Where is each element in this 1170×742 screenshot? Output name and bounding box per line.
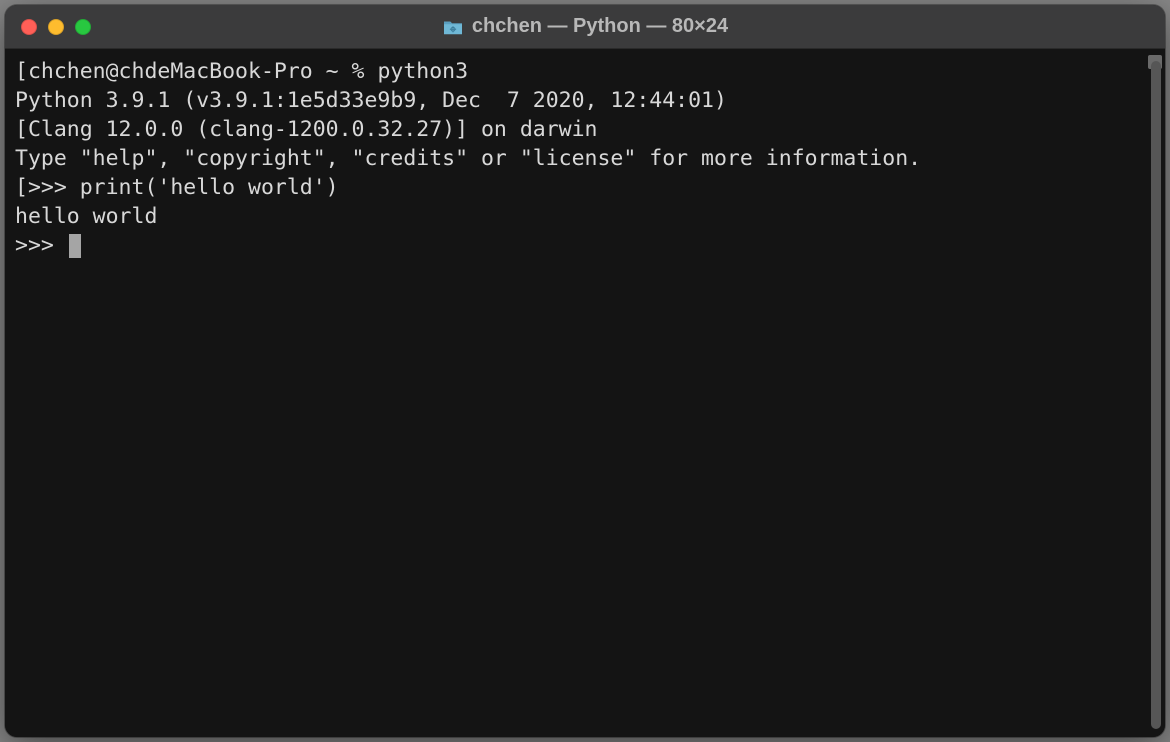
- cursor: [69, 234, 81, 258]
- terminal-line: Type "help", "copyright", "credits" or "…: [15, 144, 1155, 173]
- terminal-line: [>>> print('hello world'): [15, 173, 1155, 202]
- folder-icon: [442, 18, 464, 36]
- terminal-body[interactable]: [chchen@chdeMacBook-Pro ~ % python3Pytho…: [5, 49, 1165, 737]
- terminal-text: >>> print('hello world'): [28, 175, 339, 200]
- terminal-line: [Clang 12.0.0 (clang-1200.0.32.27)] on d…: [15, 115, 1155, 144]
- tab-toggle-icon[interactable]: [1148, 55, 1162, 69]
- prompt-text: >>>: [15, 233, 67, 258]
- wrap-bracket-left: [: [15, 175, 28, 200]
- close-button[interactable]: [21, 19, 37, 35]
- titlebar[interactable]: chchen — Python — 80×24: [5, 5, 1165, 49]
- terminal-window: chchen — Python — 80×24 [chchen@chdeMacB…: [5, 5, 1165, 737]
- traffic-lights: [5, 19, 91, 35]
- wrap-bracket-left: [: [15, 59, 28, 84]
- terminal-line: Python 3.9.1 (v3.9.1:1e5d33e9b9, Dec 7 2…: [15, 86, 1155, 115]
- terminal-line: hello world: [15, 202, 1155, 231]
- title-area: chchen — Python — 80×24: [5, 15, 1165, 38]
- terminal-line: [chchen@chdeMacBook-Pro ~ % python3: [15, 57, 1155, 86]
- minimize-button[interactable]: [48, 19, 64, 35]
- maximize-button[interactable]: [75, 19, 91, 35]
- terminal-text: chchen@chdeMacBook-Pro ~ % python3: [28, 59, 468, 84]
- window-title: chchen — Python — 80×24: [472, 15, 728, 38]
- terminal-prompt-line: >>>: [15, 231, 1155, 260]
